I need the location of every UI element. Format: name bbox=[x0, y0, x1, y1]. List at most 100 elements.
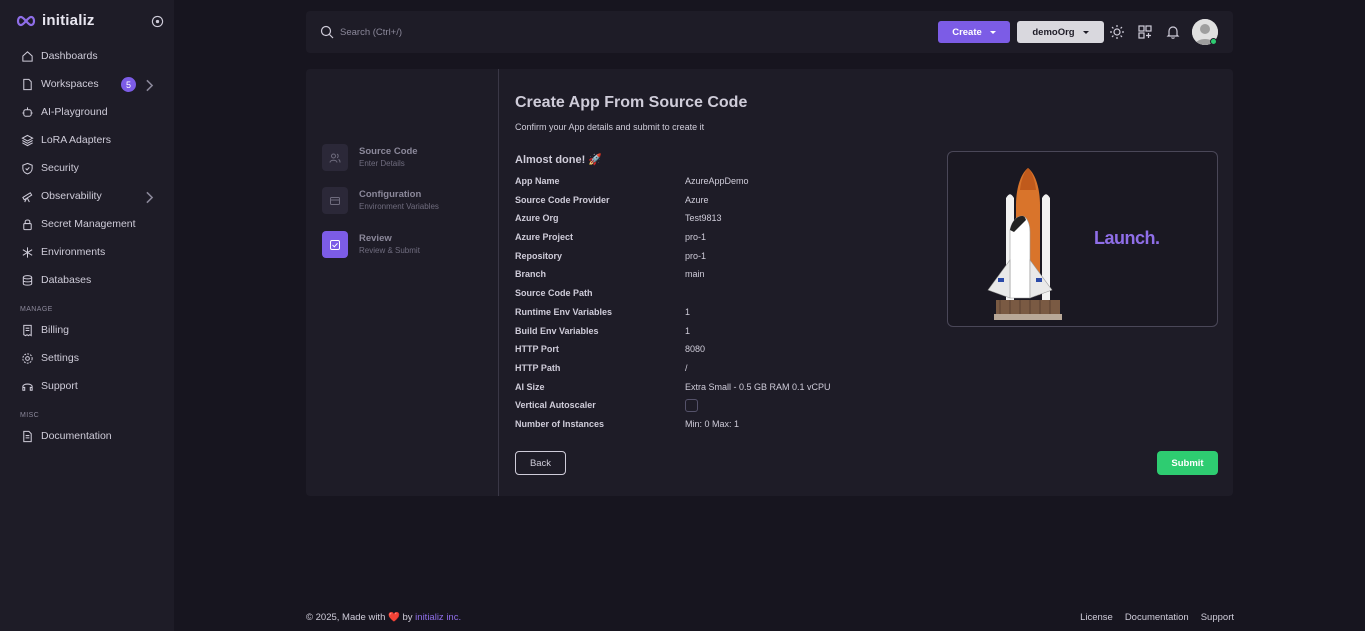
detail-row-azure-project: Azure Project pro-1 bbox=[515, 229, 935, 248]
step-title: Review bbox=[359, 233, 392, 244]
database-icon bbox=[22, 274, 33, 286]
sidebar-item-label: Security bbox=[41, 162, 79, 174]
step-subtitle: Environment Variables bbox=[359, 202, 439, 211]
step-icon-box bbox=[322, 231, 348, 258]
detail-key: HTTP Path bbox=[515, 362, 561, 373]
detail-value: AzureAppDemo bbox=[685, 176, 749, 186]
sidebar-item-label: AI-Playground bbox=[41, 106, 108, 118]
brand[interactable]: initializ bbox=[16, 12, 95, 29]
vertical-autoscaler-checkbox[interactable] bbox=[685, 399, 698, 413]
sidebar-item-databases[interactable]: Databases bbox=[0, 266, 174, 294]
sidebar-item-label: Documentation bbox=[41, 430, 112, 442]
sidebar-item-support[interactable]: Support bbox=[0, 372, 174, 400]
app-details-list: App Name AzureAppDemo Source Code Provide… bbox=[515, 173, 935, 435]
copyright-text: © 2025, Made with bbox=[306, 612, 386, 623]
create-button[interactable]: Create bbox=[938, 21, 1010, 43]
detail-value: main bbox=[685, 269, 705, 280]
company-link[interactable]: initializ inc. bbox=[415, 612, 461, 623]
back-button[interactable]: Back bbox=[515, 451, 566, 475]
footer-link-documentation[interactable]: Documentation bbox=[1125, 612, 1189, 623]
sidebar-nav: Dashboards Workspaces 5 AI-Playground Lo… bbox=[0, 42, 174, 450]
infinity-logo-icon bbox=[16, 15, 36, 26]
asterisk-icon bbox=[22, 246, 33, 258]
step-review[interactable]: Review Review & Submit bbox=[322, 231, 492, 259]
sun-icon[interactable] bbox=[1109, 24, 1125, 40]
topbar: Create demoOrg bbox=[306, 11, 1233, 53]
detail-value: 8080 bbox=[685, 344, 706, 355]
sidebar-item-label: Workspaces bbox=[41, 78, 99, 90]
detail-value: Extra Small - 0.5 GB RAM 0.1 vCPU bbox=[685, 381, 831, 392]
detail-value: pro-1 bbox=[685, 250, 707, 261]
step-title: Source Code bbox=[359, 146, 418, 157]
apps-add-icon[interactable] bbox=[1137, 24, 1153, 40]
detail-row-instances: Number of Instances Min: 0 Max: 1 bbox=[515, 416, 935, 435]
detail-key: Azure Org bbox=[515, 213, 559, 224]
misc-section-label: MISC bbox=[20, 412, 40, 419]
step-source-code[interactable]: Source Code Enter Details bbox=[322, 144, 492, 172]
org-selector-label: demoOrg bbox=[1032, 26, 1075, 38]
sidebar-item-label: Observability bbox=[41, 190, 102, 202]
detail-row-http-path: HTTP Path / bbox=[515, 360, 935, 379]
sidebar-item-secret-management[interactable]: Secret Management bbox=[0, 210, 174, 238]
footer-link-license[interactable]: License bbox=[1080, 612, 1113, 623]
detail-value: Azure bbox=[685, 194, 709, 205]
detail-key: App Name bbox=[515, 176, 560, 186]
heart-icon: ❤️ bbox=[388, 612, 400, 623]
detail-row-repository: Repository pro-1 bbox=[515, 248, 935, 267]
sidebar-item-workspaces[interactable]: Workspaces 5 bbox=[0, 70, 174, 98]
sidebar-item-ai-playground[interactable]: AI-Playground bbox=[0, 98, 174, 126]
search-input[interactable] bbox=[340, 23, 640, 41]
sidebar-item-lora-adapters[interactable]: LoRA Adapters bbox=[0, 126, 174, 154]
manage-section-label: MANAGE bbox=[20, 306, 53, 313]
headset-icon bbox=[22, 383, 33, 391]
footer-link-support[interactable]: Support bbox=[1201, 612, 1234, 623]
sidebar-item-label: Databases bbox=[41, 274, 92, 286]
page-subtitle: Confirm your App details and submit to c… bbox=[515, 122, 705, 132]
detail-row-http-port: HTTP Port 8080 bbox=[515, 341, 935, 360]
chevron-right-icon bbox=[146, 191, 154, 204]
workspaces-count-badge: 5 bbox=[121, 77, 136, 92]
launch-text: Launch. bbox=[1094, 228, 1160, 248]
create-button-label: Create bbox=[952, 26, 982, 38]
detail-row-runtime-env: Runtime Env Variables 1 bbox=[515, 304, 935, 323]
sidebar-item-observability[interactable]: Observability bbox=[0, 182, 174, 210]
sidebar-item-label: Support bbox=[41, 380, 78, 392]
detail-row-azure-org: Azure Org Test9813 bbox=[515, 210, 935, 229]
chevron-down-icon bbox=[1082, 30, 1089, 34]
detail-value: Min: 0 Max: 1 bbox=[685, 418, 740, 429]
collapse-sidebar-icon[interactable] bbox=[151, 15, 164, 28]
create-app-wizard: Source Code Enter Details Configuration … bbox=[306, 69, 1233, 496]
step-subtitle: Review & Submit bbox=[359, 246, 420, 255]
shield-icon bbox=[22, 162, 33, 174]
detail-row-ai-size: AI Size Extra Small - 0.5 GB RAM 0.1 vCPU bbox=[515, 379, 935, 398]
detail-key: Vertical Autoscaler bbox=[515, 400, 596, 411]
sidebar-item-environments[interactable]: Environments bbox=[0, 238, 174, 266]
detail-value: Test9813 bbox=[685, 213, 722, 224]
step-subtitle: Enter Details bbox=[359, 159, 405, 168]
detail-key: Source Code Provider bbox=[515, 194, 610, 205]
step-icon-box bbox=[322, 144, 348, 171]
sidebar-item-documentation[interactable]: Documentation bbox=[0, 422, 174, 450]
brand-name: initializ bbox=[42, 12, 95, 29]
detail-row-build-env: Build Env Variables 1 bbox=[515, 323, 935, 342]
sidebar-item-label: Billing bbox=[41, 324, 70, 336]
org-selector[interactable]: demoOrg bbox=[1017, 21, 1104, 43]
detail-key: Azure Project bbox=[515, 232, 574, 243]
telescope-icon bbox=[22, 191, 33, 202]
submit-button[interactable]: Submit bbox=[1157, 451, 1218, 475]
space-shuttle-illustration bbox=[987, 168, 1062, 320]
sidebar-item-security[interactable]: Security bbox=[0, 154, 174, 182]
sidebar-item-dashboards[interactable]: Dashboards bbox=[0, 42, 174, 70]
lock-icon bbox=[23, 218, 32, 230]
bell-icon[interactable] bbox=[1165, 24, 1181, 40]
sidebar-item-billing[interactable]: Billing bbox=[0, 316, 174, 344]
footer-links: License Documentation Support bbox=[1080, 612, 1234, 623]
detail-row-source-path: Source Code Path bbox=[515, 285, 935, 304]
sidebar-item-settings[interactable]: Settings bbox=[0, 344, 174, 372]
detail-row-branch: Branch main bbox=[515, 266, 935, 285]
detail-key: Source Code Path bbox=[515, 288, 593, 299]
step-icon-box bbox=[322, 187, 348, 214]
detail-value: / bbox=[685, 362, 688, 373]
users-icon bbox=[329, 153, 341, 163]
step-configuration[interactable]: Configuration Environment Variables bbox=[322, 187, 492, 215]
